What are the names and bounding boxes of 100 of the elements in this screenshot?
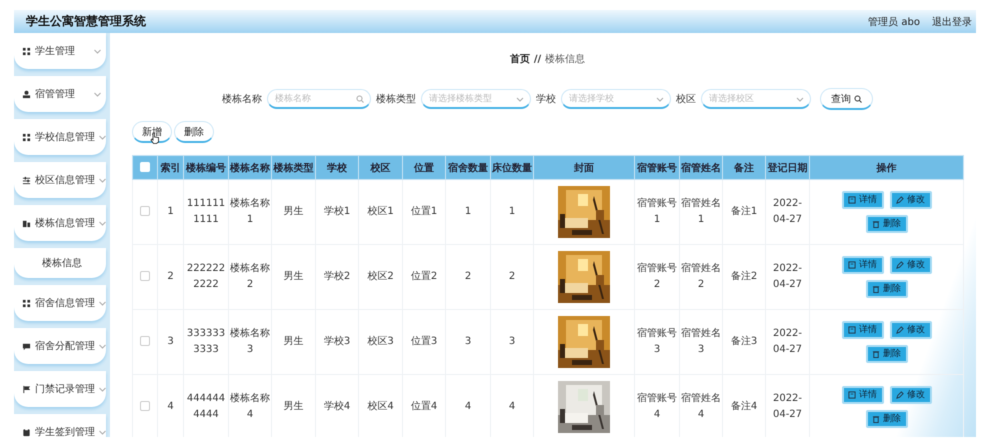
column-header: 位置 (402, 156, 446, 180)
add-button[interactable]: 新增 (132, 121, 172, 143)
column-header: 封面 (534, 156, 634, 180)
table-cell: 宿管姓名3 (680, 310, 722, 374)
sidebar-item[interactable]: 学生管理 (14, 33, 106, 69)
breadcrumb-separator: // (534, 54, 542, 64)
sidebar-item[interactable]: 宿舍信息管理 (14, 285, 106, 321)
details-button[interactable]: 详情 (842, 191, 884, 209)
table-cell: 2022-04-27 (766, 244, 810, 310)
menu-label: 宿舍分配管理 (35, 340, 95, 353)
flag-icon (22, 384, 31, 394)
table-cell: 校区3 (358, 310, 402, 374)
chevron-down-icon (99, 220, 106, 226)
pencil-icon (896, 326, 904, 334)
chevron-down-icon (99, 178, 106, 182)
pencil-icon (896, 261, 904, 269)
query-button[interactable]: 查询 (820, 88, 873, 110)
sidebar-item[interactable]: 学生签到管理 (14, 414, 106, 437)
field-label: 楼栋类型 (376, 92, 416, 106)
select-field[interactable]: 请选择学校 (561, 89, 671, 109)
edit-button[interactable]: 修改 (890, 321, 932, 339)
breadcrumb-item: 楼栋信息 (545, 52, 586, 66)
menu-label: 学生签到管理 (35, 426, 95, 437)
delete-button[interactable]: 删除 (866, 280, 908, 298)
delete-button[interactable]: 删除 (866, 345, 908, 363)
column-header: 索引 (158, 156, 184, 180)
column-header: 楼栋编号 (184, 156, 228, 180)
select-field[interactable]: 请选择校区 (701, 89, 811, 109)
sidebar-item[interactable]: 学校信息管理 (14, 119, 106, 155)
row-checkbox[interactable] (140, 271, 150, 282)
table-cell: 楼栋名称1 (228, 180, 272, 244)
delete-button[interactable]: 删除 (866, 215, 908, 233)
row-checkbox[interactable] (140, 206, 150, 216)
sidebar-item[interactable]: 宿舍分配管理 (14, 328, 106, 364)
edit-button[interactable]: 修改 (890, 386, 932, 404)
table-cell: 1111111111 (184, 180, 228, 244)
column-header: 宿舍数量 (446, 156, 490, 180)
delete-button[interactable]: 删除 (174, 121, 214, 143)
sliders-icon (22, 176, 31, 184)
table-cell: 校区1 (358, 180, 402, 244)
field-label: 楼栋名称 (222, 92, 262, 106)
chevron-down-icon (516, 95, 524, 103)
row-checkbox[interactable] (140, 401, 150, 412)
menu-label: 校区信息管理 (35, 174, 95, 187)
table-cell: 2022-04-27 (766, 310, 810, 374)
chevron-down-icon (94, 48, 101, 54)
table-cell: 宿管姓名2 (680, 244, 722, 310)
table-cell: 学校3 (316, 310, 358, 374)
table-cell: 学校2 (316, 244, 358, 310)
chevron-down-icon (99, 134, 106, 140)
sidebar-item[interactable]: 校区信息管理 (14, 162, 106, 198)
delete-button[interactable]: 删除 (866, 410, 908, 428)
details-button[interactable]: 详情 (842, 386, 884, 404)
sidebar-item[interactable]: 门禁记录管理 (14, 371, 106, 407)
table-cell: 宿管账号1 (634, 180, 680, 244)
logout-link[interactable]: 退出登录 (932, 14, 972, 28)
table-cell: 3 (446, 310, 490, 374)
table-cell: 宿管账号3 (634, 310, 680, 374)
grid-icon (22, 46, 31, 56)
select-field[interactable]: 请选择楼栋类型 (421, 89, 531, 109)
table-cell: 位置3 (402, 310, 446, 374)
table-cell: 2 (446, 244, 490, 310)
breadcrumb-item[interactable]: 首页 (510, 52, 530, 66)
table-cell: 楼栋名称2 (228, 244, 272, 310)
search-icon (356, 95, 364, 103)
table-cell: 楼栋名称3 (228, 310, 272, 374)
search-field[interactable]: 楼栋名称 (267, 89, 371, 109)
column-header: 登记日期 (766, 156, 810, 180)
trash-icon (872, 415, 880, 423)
table-cell: 宿管账号2 (634, 244, 680, 310)
chevron-down-icon (99, 300, 106, 306)
document-icon (848, 326, 856, 334)
row-checkbox[interactable] (140, 336, 150, 346)
edit-button[interactable]: 修改 (890, 191, 932, 209)
table-cell: 1 (490, 180, 534, 244)
select-all-checkbox[interactable] (140, 162, 150, 172)
bar-chart-icon (22, 218, 31, 228)
column-header: 宿管账号 (634, 156, 680, 180)
pencil-icon (896, 391, 904, 399)
table-cell: 备注2 (722, 244, 766, 310)
submenu-item[interactable]: 楼栋信息 (14, 248, 106, 278)
menu-label: 学校信息管理 (35, 130, 95, 144)
table-cell: 2222222222 (184, 244, 228, 310)
table-cell: 1 (446, 180, 490, 244)
sidebar-item[interactable]: 宿管管理 (14, 76, 106, 112)
table-cell: 3 (158, 310, 184, 374)
grid-icon (22, 132, 31, 142)
column-header: 楼栋名称 (228, 156, 272, 180)
table-cell: 校区2 (358, 244, 402, 310)
trash-icon (872, 220, 880, 228)
table-cell: 3 (490, 310, 534, 374)
trash-icon (872, 285, 880, 293)
details-button[interactable]: 详情 (842, 321, 884, 339)
chevron-down-icon (99, 386, 106, 392)
sidebar-item[interactable]: 楼栋信息管理 (14, 205, 106, 241)
details-button[interactable]: 详情 (842, 256, 884, 274)
edit-button[interactable]: 修改 (890, 256, 932, 274)
chat-icon (22, 342, 31, 350)
pencil-icon (896, 196, 904, 204)
person-icon (22, 90, 31, 98)
